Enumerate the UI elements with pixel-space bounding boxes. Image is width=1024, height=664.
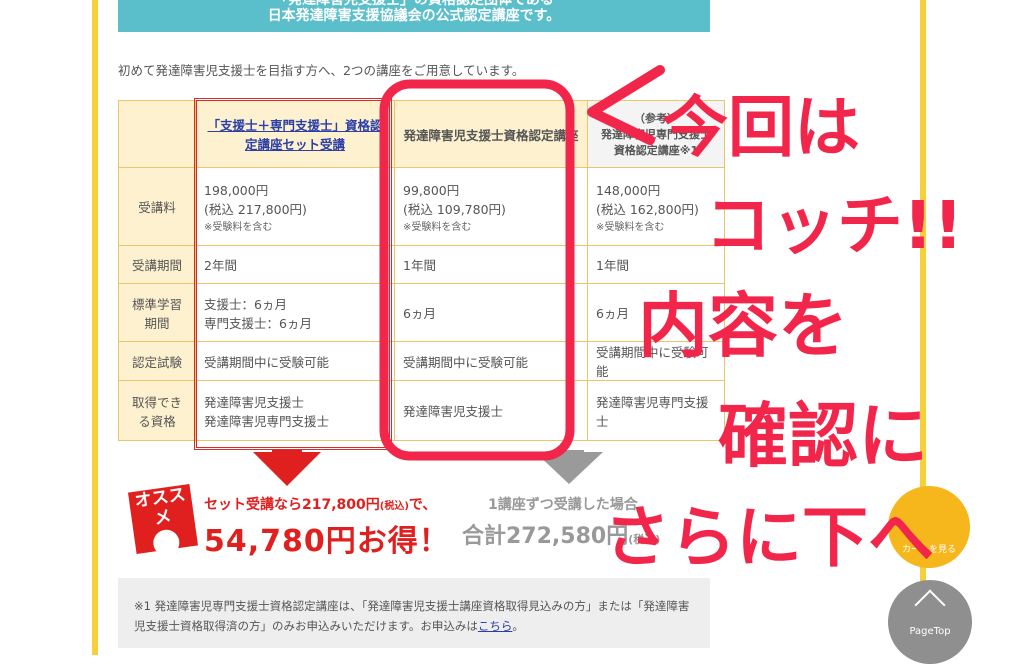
chevron-up-icon — [914, 589, 946, 621]
promo-tax: (税込) — [379, 501, 409, 512]
page-top-label: PageTop — [909, 626, 951, 637]
promo-price: セット受講なら217,800円 — [204, 497, 380, 513]
table-cell: 発達障害児専門支援士 — [587, 380, 725, 441]
price-note: ※受験料を含む — [403, 222, 472, 233]
compare-total-value: 合計272,580円 — [462, 524, 629, 549]
price-tax: (税込 162,800円) — [596, 202, 699, 217]
promo-line-1: セット受講なら217,800円(税込)で、 — [204, 494, 436, 514]
red-down-arrow-icon — [253, 452, 321, 486]
header-supporter-course: 発達障害児支援士資格認定講座 — [394, 100, 588, 168]
header-banner: 「発達障害児支援士」の資格認定団体である 日本発達障害支援協議会の公式認定講座で… — [118, 0, 710, 32]
table-cell: 1年間 — [587, 245, 725, 284]
smile-face-icon — [151, 528, 182, 558]
price-note: ※受験料を含む — [596, 222, 665, 233]
recommend-badge: オススメ — [127, 483, 199, 558]
table-cell: 6ヵ月 — [587, 283, 725, 342]
selected-course-highlight — [194, 98, 392, 450]
promo-end: で、 — [408, 497, 437, 513]
table-cell: 受講期間中に受験可能 — [394, 341, 588, 381]
table-cell: 1年間 — [394, 245, 588, 284]
header-specialist-label: 発達障害児専門支援士資格認定講座※1 — [601, 128, 711, 157]
intro-text: 初めて発達障害児支援士を目指す方へ、2つの講座をご用意しています。 — [118, 63, 525, 78]
row-label: 受講期間 — [118, 245, 196, 284]
table-cell: 99,800円 (税込 109,780円) ※受験料を含む — [394, 167, 588, 246]
banner-line-1: 「発達障害児支援士」の資格認定団体である — [274, 0, 554, 8]
header-specialist-course: （参考） 発達障害児専門支援士資格認定講座※1 — [587, 100, 725, 168]
price-tax: (税込 109,780円) — [403, 202, 506, 217]
table-cell: 6ヵ月 — [394, 283, 588, 342]
footnote-end: 。 — [512, 619, 524, 633]
price: 148,000円 — [596, 183, 661, 198]
view-cart-button[interactable]: カートを見る — [888, 486, 970, 568]
badge-label: オススメ — [133, 484, 187, 530]
table-cell: 受講期間中に受験可能 — [587, 341, 725, 381]
page-top-button[interactable]: PageTop — [888, 580, 972, 664]
apply-here-link[interactable]: こちら — [478, 619, 513, 633]
footnote-text: ※1 発達障害児専門支援士資格認定講座は、「発達障害児支援士講座資格取得見込みの… — [134, 599, 690, 633]
compare-tax: (税込) — [628, 533, 661, 546]
row-label: 受講料 — [118, 167, 196, 246]
gray-down-arrow-icon — [535, 452, 603, 484]
promo-savings: 54,780円お得！ — [204, 524, 450, 559]
row-label: 取得できる資格 — [118, 380, 196, 441]
footnote-box: ※1 発達障害児専門支援士資格認定講座は、「発達障害児支援士講座資格取得見込みの… — [118, 578, 710, 648]
compare-line-1: 1講座ずつ受講した場合 — [488, 497, 638, 513]
left-border — [92, 0, 98, 655]
price: 99,800円 — [403, 183, 460, 198]
table-corner — [118, 100, 196, 168]
table-cell: 148,000円 (税込 162,800円) ※受験料を含む — [587, 167, 725, 246]
annotation-line-4: 確認に — [718, 395, 928, 477]
compare-total: 合計272,580円(税込) — [462, 518, 660, 550]
row-label: 認定試験 — [118, 341, 196, 381]
banner-line-2: 日本発達障害支援協議会の公式認定講座です。 — [267, 8, 561, 24]
header-reference-label: （参考） — [634, 112, 678, 125]
table-cell: 発達障害児支援士 — [394, 380, 588, 441]
row-label: 標準学習期間 — [118, 283, 196, 342]
